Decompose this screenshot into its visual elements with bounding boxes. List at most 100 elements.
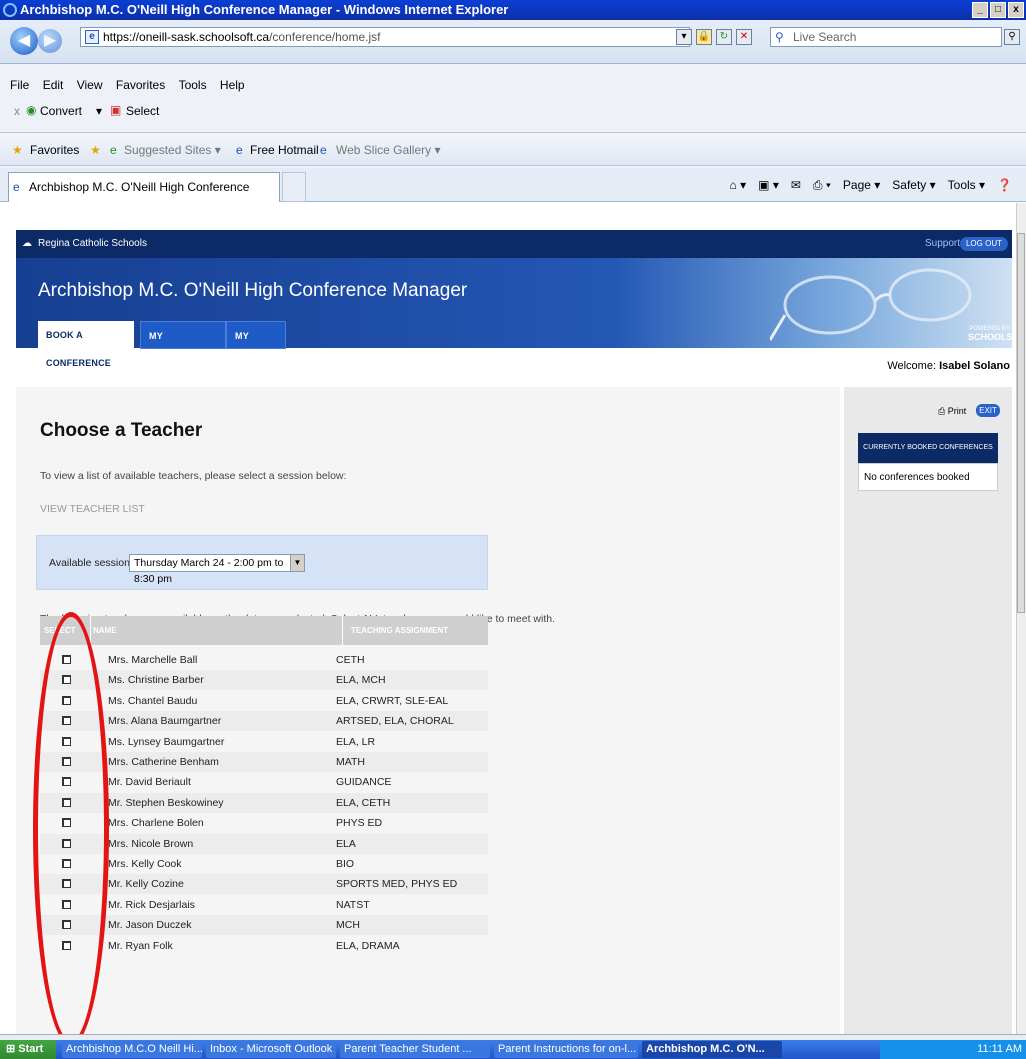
back-button[interactable]: ◀ [10,27,38,55]
taskbar-item-4[interactable]: Parent Instructions for on-l... [494,1041,638,1058]
taskbar-item-1[interactable]: Archbishop M.C.O Neill Hi... [62,1041,202,1058]
web-slice-gallery-link[interactable]: Web Slice Gallery ▾ [336,133,441,167]
refresh-icon[interactable]: ↻ [716,29,732,45]
suggested-sites-link[interactable]: Suggested Sites ▾ [124,133,221,167]
page-icon: e [85,30,99,44]
free-hotmail-link[interactable]: Free Hotmail [250,133,319,167]
command-row: x ◉ Convert ▾ ▣ Select [0,100,1026,126]
tab-book-a-conference[interactable]: BOOK A CONFERENCE [38,321,134,368]
table-row: Ms. Chantel Baudu ELA, CRWRT, SLE-EAL [40,691,488,711]
exit-button[interactable]: EXIT [976,404,1000,417]
page-menu[interactable]: Page ▾ [843,178,880,193]
support-link[interactable]: Support [925,230,960,258]
forward-button[interactable]: ▶ [38,29,62,53]
view-teacher-list-link[interactable]: VIEW TEACHER LIST [40,503,145,515]
system-tray: 11:11 AM [880,1040,1026,1059]
url-host: https://oneill-sask.schoolsoft.ca [103,30,270,44]
convert-icon: ◉ [26,103,37,117]
favorites-bar: ★ Favorites ★ e Suggested Sites ▾ e Free… [0,132,1026,166]
teaching-assignment: ELA [336,837,356,850]
close-button[interactable]: x [1008,2,1024,18]
favorites-star-icon: ★ [12,143,23,157]
menu-tools[interactable]: Tools [179,78,207,92]
column-header-name: NAME [90,616,342,645]
chevron-down-icon: ▼ [290,555,304,571]
booked-conferences-header: CURRENTLY BOOKED CONFERENCES [858,433,998,463]
sessions-label: Available sessions [49,557,136,569]
taskbar-item-2[interactable]: Inbox - Microsoft Outlook [206,1041,336,1058]
table-row: Mrs. Marchelle Ball CETH [40,650,488,670]
teaching-assignment: ELA, LR [336,735,376,748]
select-icon: ▣ [110,103,122,117]
add-favorite-icon[interactable]: ★ [90,133,101,167]
search-placeholder: Live Search [793,30,857,44]
help-icon[interactable]: ❓ [997,178,1012,193]
booked-conferences-empty: No conferences booked [858,463,998,491]
windows-logo-icon: ⊞ [6,1043,19,1055]
mail-icon[interactable]: ✉ [791,178,801,193]
maximize-button[interactable]: □ [990,2,1006,18]
teaching-assignment: ELA, MCH [336,674,386,687]
url-path: /conference/home.jsf [269,30,381,44]
print-link[interactable]: ⎙ Print [938,406,966,417]
hotmail-icon: e [236,143,243,157]
session-panel: Available sessions Thursday March 24 - 2… [36,535,488,590]
menu-help[interactable]: Help [220,78,245,92]
menu-favorites[interactable]: Favorites [116,78,165,92]
favorites-button[interactable]: Favorites [30,133,79,167]
vertical-scrollbar[interactable] [1016,203,1026,1034]
teacher-name: Mrs. Alana Baumgartner [108,715,222,728]
select-button[interactable]: Select [126,104,159,118]
tab-my-profile[interactable]: MY PROFILE [226,321,286,369]
lock-icon[interactable]: 🔒 [696,29,712,45]
scroll-thumb[interactable] [1017,233,1025,613]
address-bar[interactable]: e https://oneill-sask.schoolsoft.ca/conf… [80,27,690,47]
teacher-name: Mrs. Nicole Brown [108,837,194,850]
welcome-label: Welcome: [887,360,937,372]
teacher-name: Mrs. Charlene Bolen [108,817,204,830]
start-button[interactable]: ⊞ Start [0,1040,56,1059]
annotation-oval [33,612,109,1046]
teacher-name: Mr. Stephen Beskowiney [108,796,224,809]
tab-my-conferences[interactable]: MY CONFERENCES [140,321,226,369]
teacher-name: Ms. Chantel Baudu [108,694,198,707]
stop-icon[interactable]: ✕ [736,29,752,45]
site-top-bar: ☁ Regina Catholic Schools Support LOG OU… [16,230,1012,258]
teacher-name: Mr. David Beriault [108,776,191,789]
search-input[interactable]: ⚲ Live Search [770,27,1002,47]
dropdown-icon[interactable]: ▾ [676,29,692,45]
session-select[interactable]: Thursday March 24 - 2:00 pm to 8:30 pm ▼ [129,554,305,585]
teaching-assignment: ELA, CRWRT, SLE-EAL [336,694,449,707]
print-icon[interactable]: ⎙ ▾ [813,178,831,193]
menu-file[interactable]: File [10,78,29,92]
safety-menu[interactable]: Safety ▾ [892,178,935,193]
menu-edit[interactable]: Edit [43,78,64,92]
ie-logo-icon [3,3,17,17]
teaching-assignment: GUIDANCE [336,776,392,789]
taskbar-item-5[interactable]: Archbishop M.C. O'N... [642,1041,782,1058]
menu-view[interactable]: View [77,78,103,92]
convert-button[interactable]: Convert [40,104,82,118]
close-toolbar-icon[interactable]: x [14,104,20,118]
intro-text: To view a list of available teachers, pl… [40,470,347,482]
new-tab-button[interactable] [282,172,306,202]
print-label: Print [947,406,967,416]
teacher-name: Mr. Kelly Cozine [108,878,184,891]
teacher-name: Mr. Rick Desjarlais [108,898,195,911]
web-slice-icon: e [320,143,327,157]
home-icon[interactable]: ⌂ ▾ [730,178,747,193]
teacher-name: Ms. Lynsey Baumgartner [108,735,225,748]
suggested-sites-icon: e [110,143,117,157]
feeds-icon[interactable]: ▣ ▾ [758,178,779,193]
tools-menu[interactable]: Tools ▾ [948,178,985,193]
convert-dropdown-icon[interactable]: ▾ [96,104,102,118]
browser-tab[interactable]: e Archbishop M.C. O'Neill High Conferenc… [8,172,280,222]
minimize-button[interactable]: _ [972,2,988,18]
teacher-name: Mr. Ryan Folk [108,939,173,952]
taskbar-item-3[interactable]: Parent Teacher Student ... [340,1041,490,1058]
teaching-assignment: BIO [336,858,355,870]
welcome-user: Isabel Solano [939,360,1010,372]
search-go-icon[interactable]: ⚲ [1004,29,1020,45]
logout-button[interactable]: LOG OUT [959,237,1008,251]
table-row: Mr. Jason Duczek MCH [40,915,488,936]
